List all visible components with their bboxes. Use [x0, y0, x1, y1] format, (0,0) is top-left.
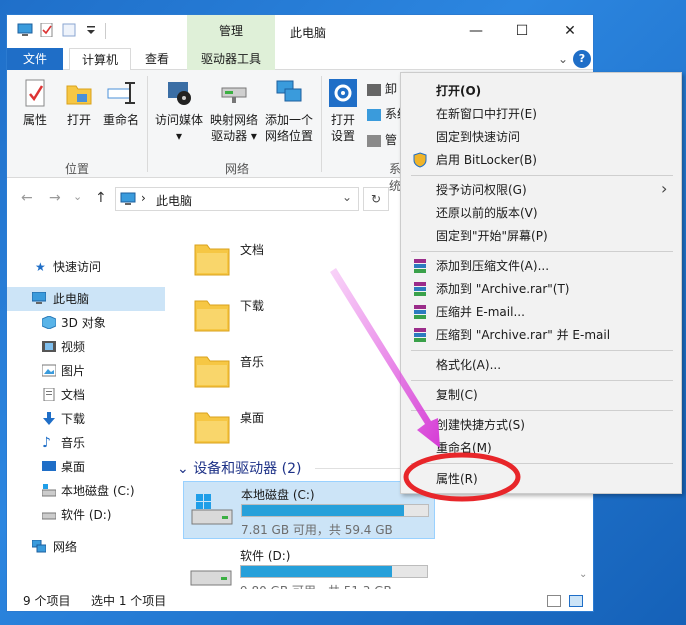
annotation-arrow [330, 268, 440, 448]
annotation-circle [403, 452, 521, 502]
annotation-overlay [330, 268, 521, 502]
